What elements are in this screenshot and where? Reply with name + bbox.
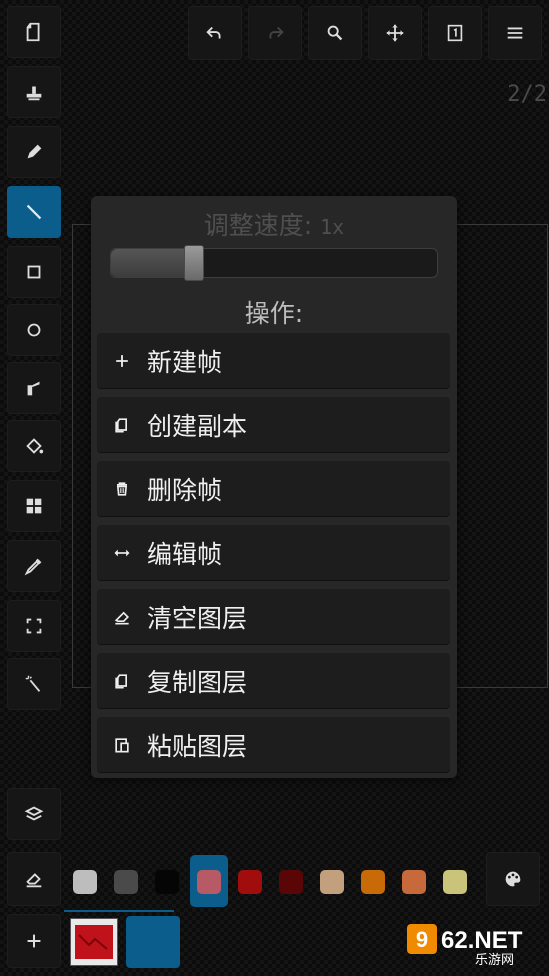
frame-number-button[interactable] [428, 6, 482, 60]
speed-slider-thumb[interactable] [184, 245, 204, 281]
move-horizontal-icon [114, 549, 130, 556]
line-tool-button[interactable] [7, 186, 61, 238]
edit-frame-label: 编辑帧 [147, 539, 223, 569]
svg-text:62.NET: 62.NET [441, 927, 523, 954]
palette-icon [505, 871, 521, 887]
speed-value: 1x [320, 215, 345, 239]
undo-button[interactable] [188, 6, 242, 60]
search-icon [327, 25, 343, 41]
delete-frame-label: 删除帧 [147, 475, 223, 505]
redo-button[interactable] [248, 6, 302, 60]
top-toolbar [186, 0, 549, 66]
magic-wand-tool-button[interactable] [7, 658, 61, 710]
clear-layer-button[interactable]: 清空图层 [97, 589, 450, 644]
paste-layer-button[interactable]: 粘贴图层 [97, 717, 450, 772]
frame-thumbnail-1[interactable] [70, 918, 118, 966]
eyedropper-icon [24, 558, 42, 576]
undo-icon [206, 26, 221, 39]
redo-icon [269, 26, 284, 39]
spray-tool-button[interactable] [7, 362, 61, 414]
trash-icon [116, 481, 128, 496]
copy-layer-label: 复制图层 [147, 667, 248, 697]
grid-icon [26, 498, 42, 514]
eyedropper-tool-button[interactable] [7, 540, 61, 592]
frame-1-preview [75, 925, 113, 959]
color-swatch[interactable] [114, 870, 138, 894]
stamp-icon [26, 86, 42, 101]
svg-text:乐游网: 乐游网 [475, 953, 514, 966]
layers-button[interactable] [7, 788, 61, 840]
add-frame-button[interactable] [7, 914, 61, 968]
circle-tool-button[interactable] [7, 304, 61, 356]
operations-title: 操作: [244, 299, 304, 328]
move-icon [386, 24, 404, 42]
selection-icon [26, 618, 42, 634]
plus-icon [27, 934, 41, 948]
color-swatch[interactable] [73, 870, 97, 894]
frame-one-icon [447, 24, 463, 42]
color-swatch[interactable] [320, 870, 344, 894]
speed-label-text: 调整速度: [203, 211, 313, 240]
square-icon [27, 265, 41, 279]
frame-thumbnail-2[interactable] [126, 916, 180, 968]
eraser-icon [114, 611, 130, 624]
file-icon [26, 22, 40, 42]
new-frame-button[interactable]: 新建帧 [97, 333, 450, 388]
new-file-button[interactable] [7, 6, 61, 58]
speed-label: 调整速度: 1x [91, 206, 457, 242]
pattern-tool-button[interactable] [7, 480, 61, 532]
select-tool-button[interactable] [7, 600, 61, 652]
copy-icon [115, 673, 127, 688]
color-swatch[interactable] [155, 870, 179, 894]
stamp-tool-button[interactable] [7, 66, 61, 118]
paint-bucket-icon [26, 438, 44, 454]
layers-icon [24, 806, 44, 821]
left-toolbar [0, 0, 68, 976]
palette-button[interactable] [486, 852, 540, 906]
speed-slider[interactable] [110, 245, 438, 281]
color-swatch[interactable] [443, 870, 467, 894]
rectangle-tool-button[interactable] [7, 246, 61, 298]
hamburger-menu-icon [507, 27, 523, 39]
duplicate-frame-button[interactable]: 创建副本 [97, 397, 450, 452]
new-frame-label: 新建帧 [147, 347, 223, 377]
copy-layer-button[interactable]: 复制图层 [97, 653, 450, 708]
frame-actions-dialog: 调整速度: 1x 操作: 新建帧 创建副本 删除帧 编辑帧 清空图层 复制图层 … [91, 196, 457, 778]
duplicate-icon [115, 417, 127, 432]
color-swatch[interactable] [361, 870, 385, 894]
plus-icon [116, 354, 128, 367]
page-indicator: 2/2 [507, 82, 547, 107]
fill-tool-button[interactable] [7, 420, 61, 472]
spray-icon [27, 381, 40, 396]
circle-icon [27, 323, 41, 337]
paste-icon [115, 737, 129, 752]
color-swatch[interactable] [197, 870, 221, 894]
magic-wand-icon [25, 675, 41, 692]
color-swatch[interactable] [402, 870, 426, 894]
frames-strip-indicator [64, 910, 174, 912]
clear-layer-label: 清空图层 [147, 603, 248, 633]
paste-layer-label: 粘贴图层 [147, 731, 248, 761]
move-button[interactable] [368, 6, 422, 60]
color-swatch[interactable] [279, 870, 303, 894]
watermark-logo: 9 62.NET 乐游网 [407, 924, 523, 968]
svg-text:9: 9 [416, 927, 428, 952]
speed-slider-fill [111, 249, 193, 277]
eraser-icon [26, 873, 42, 888]
watermark: 9 62.NET 乐游网 [405, 920, 545, 970]
eraser-tool-button[interactable] [7, 852, 61, 906]
line-icon [26, 204, 42, 220]
menu-button[interactable] [488, 6, 542, 60]
color-swatch[interactable] [238, 870, 262, 894]
delete-frame-button[interactable]: 删除帧 [97, 461, 450, 516]
zoom-button[interactable] [308, 6, 362, 60]
pencil-tool-button[interactable] [7, 126, 61, 178]
duplicate-frame-label: 创建副本 [147, 411, 248, 441]
pencil-icon [27, 144, 42, 159]
edit-frame-button[interactable]: 编辑帧 [97, 525, 450, 580]
